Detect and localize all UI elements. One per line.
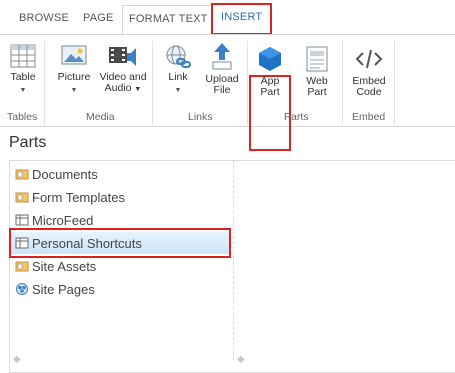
list-item-site-assets[interactable]: Site Assets	[15, 257, 96, 275]
table-label: Table	[10, 71, 36, 83]
library-icon	[15, 169, 29, 180]
table-button[interactable]: Table ▼	[6, 43, 40, 96]
picture-label: Picture	[57, 71, 91, 83]
scroll-left-icon[interactable]: ◆	[13, 354, 21, 365]
tab-insert[interactable]: INSERT	[211, 3, 273, 35]
list-item-label: Documents	[32, 166, 98, 182]
embed-code-label-2: Code	[356, 86, 382, 98]
picture-icon	[61, 45, 87, 65]
list-item-site-pages[interactable]: Site Pages	[15, 280, 95, 298]
tab-page[interactable]: PAGE	[83, 12, 114, 24]
link-button[interactable]: Link ▼	[160, 43, 196, 96]
app-part-label-2: Part	[260, 86, 280, 98]
table-icon	[10, 44, 36, 68]
parts-title: Parts	[9, 134, 47, 151]
ribbon: Table ▼ Picture ▼ Video and Audio ▼ Medi…	[0, 35, 455, 151]
embed-code-icon	[355, 49, 383, 69]
picture-button[interactable]: Picture ▼	[56, 43, 92, 96]
list-icon	[15, 214, 29, 226]
app-part-icon	[259, 47, 281, 71]
library-icon	[15, 261, 29, 272]
group-separator	[342, 41, 343, 125]
video-audio-label-2: Audio	[104, 82, 132, 94]
group-label-embed: Embed	[352, 111, 386, 123]
list-item-documents[interactable]: Documents	[15, 165, 98, 183]
chevron-down-icon: ▼	[19, 87, 27, 94]
group-separator	[247, 41, 248, 125]
video-audio-icon	[109, 47, 136, 66]
group-label-media: Media	[86, 111, 115, 123]
web-part-icon	[306, 46, 328, 72]
group-separator	[152, 41, 153, 125]
app-part-button[interactable]: App Part	[253, 45, 287, 98]
chevron-down-icon: ▼	[70, 87, 78, 94]
group-separator	[44, 41, 45, 125]
upload-file-button[interactable]: Upload File	[202, 41, 242, 96]
list-item-label: Site Assets	[32, 258, 97, 274]
list-item-form-templates[interactable]: Form Templates	[15, 188, 125, 206]
embed-code-button[interactable]: Embed Code	[350, 45, 388, 98]
link-label: Link	[168, 71, 188, 83]
scroll-right-icon[interactable]: ◆	[237, 354, 245, 365]
upload-icon	[212, 43, 232, 70]
list-item-label: MicroFeed	[32, 212, 94, 228]
upload-label-2: File	[213, 84, 231, 96]
chevron-down-icon: ▼	[134, 86, 142, 93]
wiki-icon	[16, 283, 28, 295]
chevron-down-icon: ▼	[174, 87, 182, 94]
tab-browse[interactable]: BROWSE	[19, 12, 69, 24]
parts-divider	[233, 160, 234, 360]
list-item-label: Site Pages	[32, 281, 95, 297]
selection-highlight	[9, 228, 231, 258]
web-part-button[interactable]: Web Part	[300, 45, 334, 98]
ribbon-tabs: BROWSE PAGE FORMAT TEXT INSERT	[0, 0, 455, 35]
globe-link-icon	[166, 45, 191, 68]
video-audio-button[interactable]: Video and Audio ▼	[96, 43, 150, 95]
list-item-microfeed[interactable]: MicroFeed	[15, 211, 93, 229]
group-separator	[394, 41, 395, 125]
library-icon	[15, 192, 29, 203]
group-label-parts: Parts	[284, 111, 309, 123]
group-label-links: Links	[188, 111, 213, 123]
group-label-tables: Tables	[7, 111, 38, 123]
list-item-label: Form Templates	[32, 189, 125, 205]
web-part-label-2: Part	[307, 86, 327, 98]
tab-format-text[interactable]: FORMAT TEXT	[122, 5, 215, 35]
